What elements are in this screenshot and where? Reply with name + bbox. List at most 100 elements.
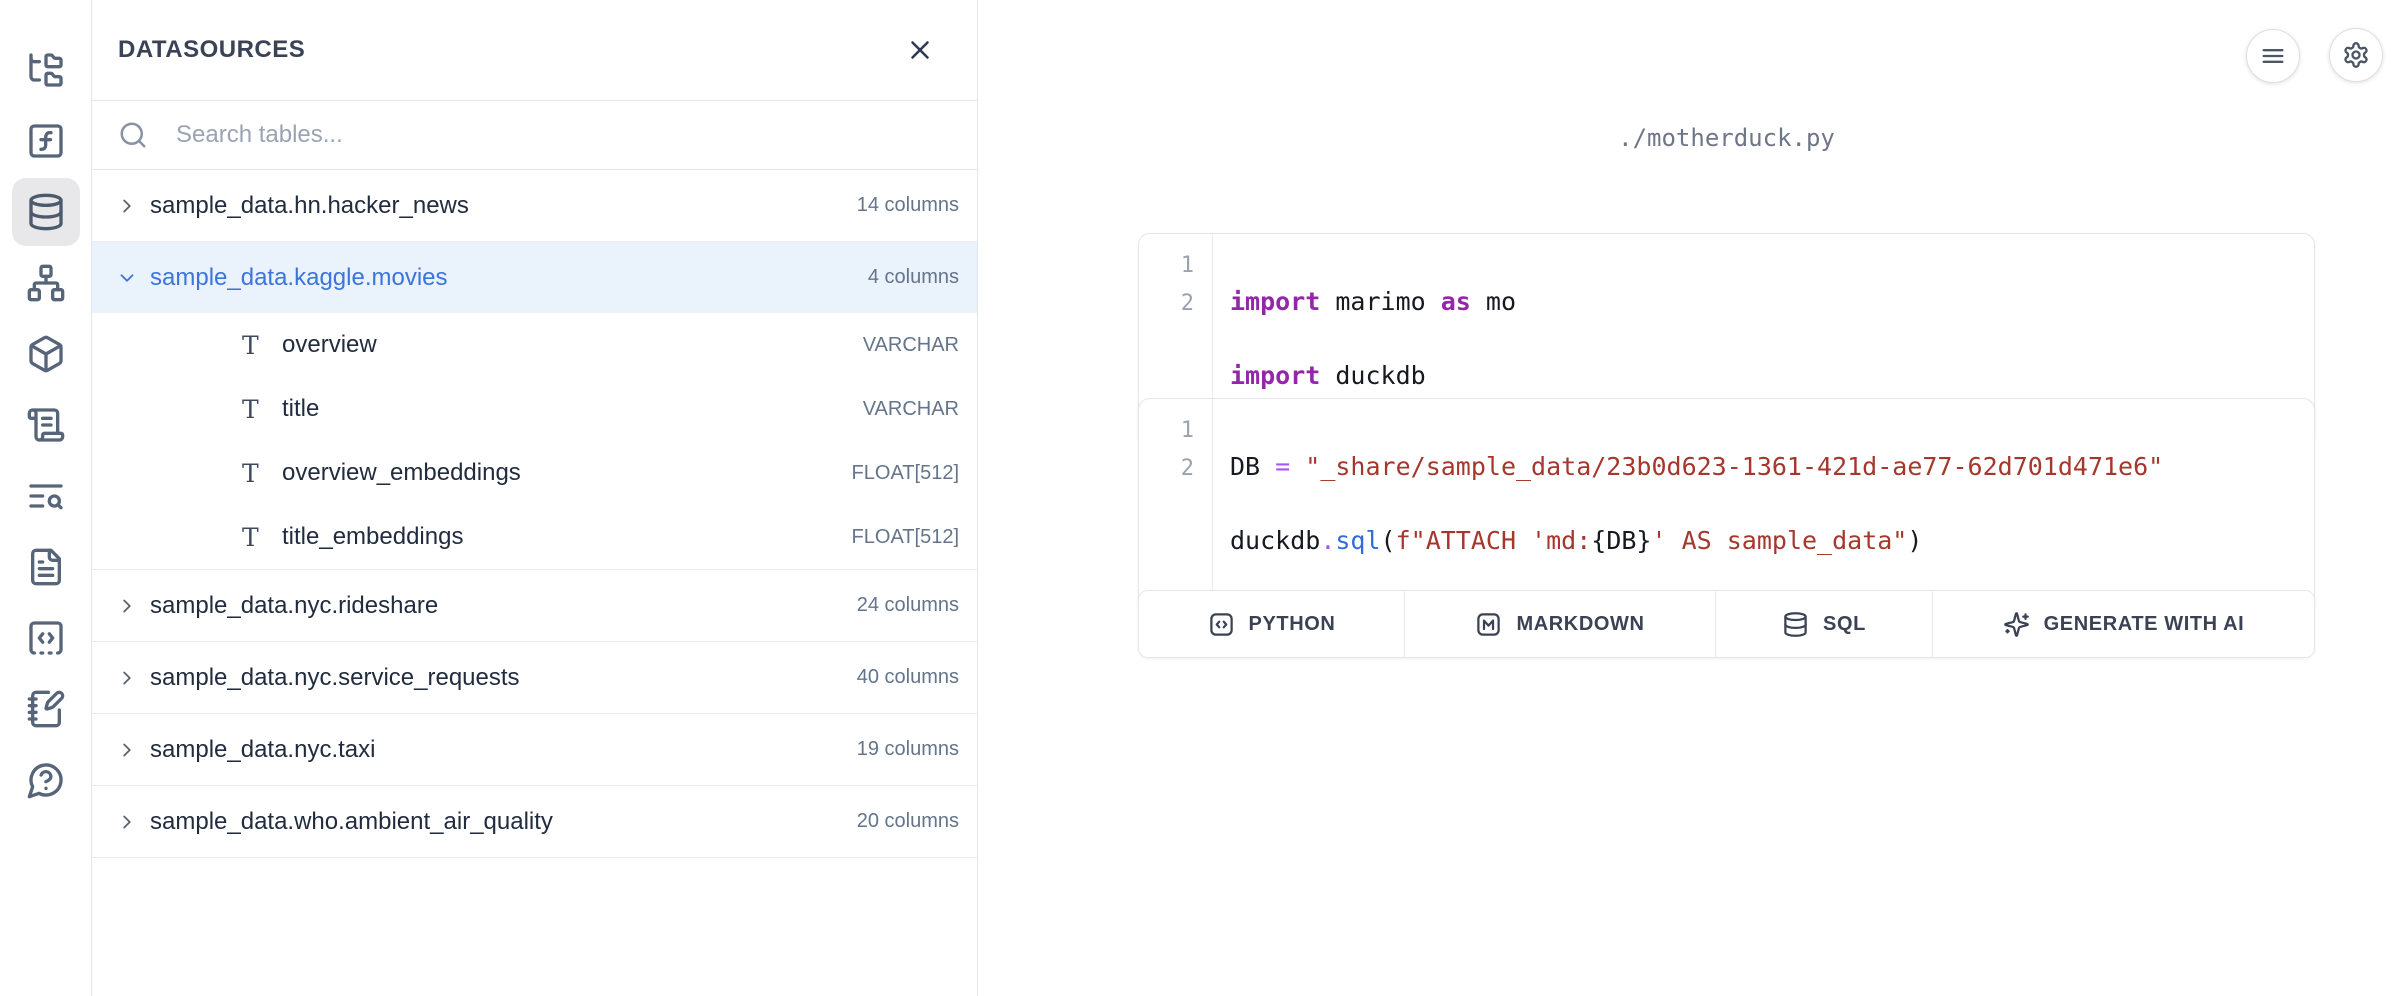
close-panel-button[interactable]: [905, 35, 935, 65]
line-number: 2: [1139, 285, 1194, 323]
table-name: sample_data.who.ambient_air_quality: [150, 808, 857, 836]
network-icon: [26, 263, 66, 303]
notebook-filename[interactable]: ./motherduck.py: [1138, 124, 2315, 152]
column-row[interactable]: T overview_embeddings FLOAT[512]: [92, 441, 977, 505]
close-icon: [905, 35, 935, 65]
tables-list: sample_data.hn.hacker_news 14 columns sa…: [92, 170, 977, 858]
line-number: 2: [1139, 450, 1194, 488]
add-sql-cell-button[interactable]: SQL: [1715, 591, 1932, 657]
table-row[interactable]: sample_data.who.ambient_air_quality 20 c…: [92, 786, 977, 858]
code-line: import duckdb: [1230, 357, 1516, 395]
message-circle-question-icon: [26, 760, 66, 800]
button-label: SQL: [1823, 613, 1866, 636]
sidebar-item-packages[interactable]: [12, 320, 80, 388]
code-cell[interactable]: 1 2 DB = "_share/sample_data/23b0d623-13…: [1138, 398, 2315, 610]
database-icon: [1782, 611, 1809, 638]
sidebar-item-snippets[interactable]: [12, 604, 80, 672]
add-markdown-cell-button[interactable]: MARKDOWN: [1404, 591, 1715, 657]
column-type: VARCHAR: [863, 398, 959, 421]
column-row[interactable]: T title VARCHAR: [92, 377, 977, 441]
table-column-count: 4 columns: [868, 266, 959, 289]
sidebar-item-tracebacks[interactable]: [12, 462, 80, 530]
column-type: FLOAT[512]: [852, 526, 959, 549]
notebook-menu-button[interactable]: [2246, 29, 2300, 83]
table-row[interactable]: sample_data.hn.hacker_news 14 columns: [92, 170, 977, 242]
chevron-right-icon: [116, 667, 138, 689]
table-column-count: 24 columns: [857, 594, 959, 617]
chevron-right-icon: [116, 739, 138, 761]
table-row-selected[interactable]: sample_data.kaggle.movies 4 columns: [92, 242, 977, 313]
table-name: sample_data.nyc.service_requests: [150, 664, 857, 692]
sparkles-icon: [2003, 611, 2030, 638]
table-column-count: 20 columns: [857, 810, 959, 833]
column-row[interactable]: T title_embeddings FLOAT[512]: [92, 505, 977, 569]
add-cell-toolbar: PYTHON MARKDOWN SQL GENERATE WITH AI: [1138, 590, 2315, 658]
chevron-right-icon: [116, 195, 138, 217]
chevron-right-icon: [116, 595, 138, 617]
table-row[interactable]: sample_data.nyc.taxi 19 columns: [92, 714, 977, 786]
table-column-count: 14 columns: [857, 194, 959, 217]
button-label: PYTHON: [1249, 613, 1336, 636]
scroll-text-icon: [26, 405, 66, 445]
table-search-bar: [92, 101, 977, 170]
folder-tree-icon: [26, 50, 66, 90]
table-name: sample_data.nyc.taxi: [150, 736, 857, 764]
table-column-count: 40 columns: [857, 666, 959, 689]
table-row[interactable]: sample_data.nyc.service_requests 40 colu…: [92, 642, 977, 714]
line-number: 1: [1139, 412, 1194, 450]
panel-title: DATASOURCES: [118, 36, 305, 64]
text-search-icon: [26, 476, 66, 516]
square-m-icon: [1475, 611, 1502, 638]
type-text-icon: T: [242, 459, 282, 488]
sidebar-item-file-tree[interactable]: [12, 36, 80, 104]
table-name: sample_data.hn.hacker_news: [150, 192, 857, 220]
square-function-icon: [26, 121, 66, 161]
button-label: GENERATE WITH AI: [2044, 613, 2245, 636]
table-name: sample_data.nyc.rideshare: [150, 592, 857, 620]
type-text-icon: T: [242, 395, 282, 424]
hamburger-menu-icon: [2259, 42, 2287, 70]
table-columns-list: T overview VARCHAR T title VARCHAR T ove…: [92, 313, 977, 570]
code-line: DB = "_share/sample_data/23b0d623-1361-4…: [1230, 448, 2163, 486]
sidebar-rail: [0, 0, 92, 996]
package-box-icon: [26, 334, 66, 374]
add-python-cell-button[interactable]: PYTHON: [1139, 591, 1404, 657]
chevron-right-icon: [116, 811, 138, 833]
column-name: overview: [282, 331, 863, 359]
line-number: 1: [1139, 247, 1194, 285]
square-dashed-code-icon: [26, 618, 66, 658]
search-tables-input[interactable]: [176, 121, 957, 149]
generate-with-ai-button[interactable]: GENERATE WITH AI: [1932, 591, 2314, 657]
sidebar-item-documentation[interactable]: [12, 533, 80, 601]
sidebar-item-variables[interactable]: [12, 107, 80, 175]
datasources-panel-header: DATASOURCES: [92, 0, 977, 101]
type-text-icon: T: [242, 331, 282, 360]
sidebar-item-logs[interactable]: [12, 391, 80, 459]
database-icon: [26, 192, 66, 232]
table-column-count: 19 columns: [857, 738, 959, 761]
line-number-gutter: 1 2: [1139, 399, 1213, 609]
search-icon: [118, 120, 148, 150]
column-name: title_embeddings: [282, 523, 852, 551]
column-type: FLOAT[512]: [852, 462, 959, 485]
button-label: MARKDOWN: [1516, 613, 1644, 636]
table-name: sample_data.kaggle.movies: [150, 264, 868, 292]
column-row[interactable]: T overview VARCHAR: [92, 313, 977, 377]
column-type: VARCHAR: [863, 334, 959, 357]
sidebar-item-scratchpad[interactable]: [12, 675, 80, 743]
chevron-down-icon: [116, 267, 138, 289]
code-line: duckdb.sql(f"ATTACH 'md:{DB}' AS sample_…: [1230, 522, 2163, 560]
code-editor[interactable]: DB = "_share/sample_data/23b0d623-1361-4…: [1213, 399, 2183, 609]
sidebar-item-help-chat[interactable]: [12, 746, 80, 814]
sidebar-item-dependencies[interactable]: [12, 249, 80, 317]
notebook-pen-icon: [26, 689, 66, 729]
table-row[interactable]: sample_data.nyc.rideshare 24 columns: [92, 570, 977, 642]
marimo-app: DATASOURCES sample_data.hn.hacker_news 1…: [0, 0, 2399, 996]
column-name: overview_embeddings: [282, 459, 852, 487]
settings-button[interactable]: [2329, 28, 2383, 82]
file-text-icon: [26, 547, 66, 587]
square-code-icon: [1208, 611, 1235, 638]
code-line: import marimo as mo: [1230, 283, 1516, 321]
sidebar-item-datasources[interactable]: [12, 178, 80, 246]
gear-icon: [2342, 41, 2370, 69]
